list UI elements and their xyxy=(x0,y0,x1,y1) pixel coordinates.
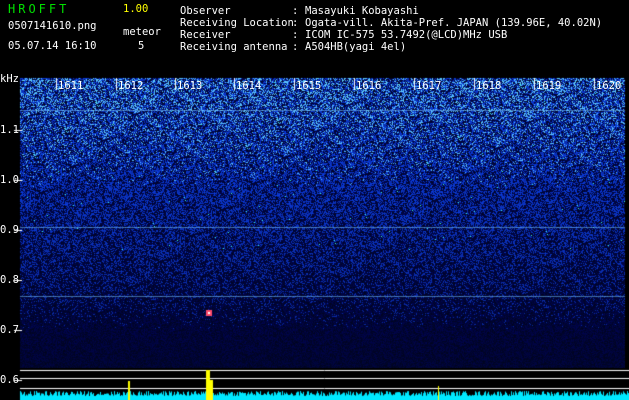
info-sep-location: : xyxy=(292,17,299,29)
frequency-label: 0.9 xyxy=(0,224,19,236)
time-label: 1612 xyxy=(118,80,144,92)
frequency-label: 0.7 xyxy=(0,324,19,336)
time-label: 1614 xyxy=(236,80,262,92)
app-name: HROFFT xyxy=(8,2,70,16)
frequency-label: 1.1 xyxy=(0,124,19,136)
meteor-count: 5 xyxy=(138,40,145,52)
info-key-location: Receiving Location xyxy=(180,17,294,29)
info-sep-antenna: : xyxy=(292,41,299,53)
time-label: 1616 xyxy=(356,80,382,92)
info-key-observer: Observer xyxy=(180,5,231,17)
version-number: 1.00 xyxy=(123,3,149,15)
datetime-label: 05.07.14 16:10 xyxy=(8,40,97,52)
info-value-receiver: ICOM IC-575 53.7492(@LCD)MHz USB xyxy=(305,29,508,41)
time-label: 1613 xyxy=(177,80,203,92)
frequency-label: 0.8 xyxy=(0,274,19,286)
info-sep-receiver: : xyxy=(292,29,299,41)
filename-label: 0507141610.png xyxy=(8,20,97,32)
frequency-label: 1.0 xyxy=(0,174,19,186)
time-label: 1615 xyxy=(296,80,322,92)
frequency-label: 0.6 xyxy=(0,374,19,386)
info-key-antenna: Receiving antenna xyxy=(180,41,288,53)
spectrogram-canvas xyxy=(0,0,629,400)
frequency-unit: kHz xyxy=(0,73,19,85)
info-value-location: Ogata-vill. Akita-Pref. JAPAN (139.96E, … xyxy=(305,17,603,29)
info-sep-observer: : xyxy=(292,5,299,17)
time-label: 1618 xyxy=(476,80,502,92)
info-key-receiver: Receiver xyxy=(180,29,231,41)
info-value-antenna: A504HB(yagi 4el) xyxy=(305,41,407,53)
info-value-observer: Masayuki Kobayashi xyxy=(305,5,419,17)
time-label: 1611 xyxy=(58,80,84,92)
time-label: 1617 xyxy=(416,80,442,92)
meteor-label: meteor xyxy=(123,26,161,38)
time-label: 1619 xyxy=(536,80,562,92)
time-label: 1620 xyxy=(596,80,622,92)
